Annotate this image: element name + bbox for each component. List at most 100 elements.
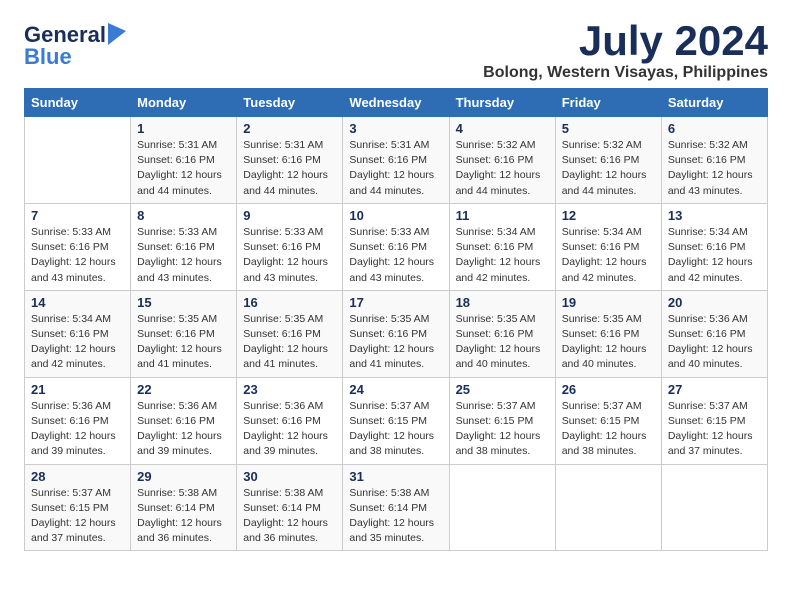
- calendar-cell: 3Sunrise: 5:31 AMSunset: 6:16 PMDaylight…: [343, 117, 449, 204]
- daylight-text: Daylight: 12 hours: [349, 256, 434, 268]
- sunrise-text: Sunrise: 5:33 AM: [31, 226, 111, 238]
- day-info: Sunrise: 5:38 AMSunset: 6:14 PMDaylight:…: [137, 486, 230, 547]
- sunset-text: Sunset: 6:16 PM: [668, 328, 746, 340]
- sunrise-text: Sunrise: 5:37 AM: [456, 400, 536, 412]
- logo-general: General: [24, 24, 106, 46]
- daylight-text2: and 44 minutes.: [456, 185, 531, 197]
- calendar-cell: 22Sunrise: 5:36 AMSunset: 6:16 PMDayligh…: [131, 377, 237, 464]
- daylight-text2: and 36 minutes.: [243, 532, 318, 544]
- day-info: Sunrise: 5:37 AMSunset: 6:15 PMDaylight:…: [668, 399, 761, 460]
- daylight-text: Daylight: 12 hours: [31, 430, 116, 442]
- day-number: 18: [456, 295, 549, 310]
- daylight-text2: and 44 minutes.: [137, 185, 212, 197]
- day-info: Sunrise: 5:33 AMSunset: 6:16 PMDaylight:…: [243, 225, 336, 286]
- sunset-text: Sunset: 6:16 PM: [668, 241, 746, 253]
- day-number: 13: [668, 208, 761, 223]
- calendar-cell: 11Sunrise: 5:34 AMSunset: 6:16 PMDayligh…: [449, 203, 555, 290]
- day-info: Sunrise: 5:37 AM Sunset: 6:15 PM Daylight:…: [31, 486, 124, 547]
- sunrise-text: Sunrise: 5:31 AM: [349, 139, 429, 151]
- daylight-text2: and 42 minutes.: [456, 272, 531, 284]
- location-title: Bolong, Western Visayas, Philippines: [483, 64, 768, 82]
- sunset-text: Sunset: 6:16 PM: [349, 154, 427, 166]
- daylight-text2: and 44 minutes.: [562, 185, 637, 197]
- day-number: 3: [349, 121, 442, 136]
- calendar-header: Sunday Monday Tuesday Wednesday Thursday…: [25, 89, 768, 117]
- sunrise-text: Sunrise: 5:36 AM: [31, 400, 111, 412]
- sunrise-text: Sunrise: 5:37 AM: [349, 400, 429, 412]
- daylight-text: Daylight: 12 hours: [456, 256, 541, 268]
- sunrise-text: Sunrise: 5:35 AM: [243, 313, 323, 325]
- daylight-text2: and 43 minutes.: [668, 185, 743, 197]
- calendar-cell: 29Sunrise: 5:38 AMSunset: 6:14 PMDayligh…: [131, 464, 237, 551]
- day-number: 14: [31, 295, 124, 310]
- day-number: 20: [668, 295, 761, 310]
- sunrise-text: Sunrise: 5:34 AM: [31, 313, 111, 325]
- daylight-text: Daylight: 12 hours: [243, 169, 328, 181]
- daylight-text2: and 43 minutes.: [243, 272, 318, 284]
- calendar-body: 1 Sunrise: 5:31 AM Sunset: 6:16 PM Daylight…: [25, 117, 768, 551]
- calendar-cell: 21Sunrise: 5:36 AMSunset: 6:16 PMDayligh…: [25, 377, 131, 464]
- day-info: Sunrise: 5:32 AMSunset: 6:16 PMDaylight:…: [562, 138, 655, 199]
- sunrise-text: Sunrise: 5:36 AM: [137, 400, 217, 412]
- calendar-cell: 1Sunrise: 5:31 AMSunset: 6:16 PMDaylight…: [131, 117, 237, 204]
- sunset-text: Sunset: 6:14 PM: [349, 502, 427, 514]
- sunset-text: Sunset: 6:15 PM: [562, 415, 640, 427]
- day-number: 12: [562, 208, 655, 223]
- calendar-cell: 5Sunrise: 5:32 AMSunset: 6:16 PMDaylight…: [555, 117, 661, 204]
- sunset-text: Sunset: 6:15 PM: [456, 415, 534, 427]
- sunrise-text: Sunrise: 5:33 AM: [349, 226, 429, 238]
- daylight-text2: and 42 minutes.: [31, 358, 106, 370]
- day-number: 24: [349, 382, 442, 397]
- sunrise-text: Sunrise: 5:35 AM: [456, 313, 536, 325]
- day-info: Sunrise: 5:36 AMSunset: 6:16 PMDaylight:…: [137, 399, 230, 460]
- header-monday: Monday: [131, 89, 237, 117]
- daylight-text: Daylight: 12 hours: [243, 343, 328, 355]
- sunrise-text: Sunrise: 5:36 AM: [668, 313, 748, 325]
- sunset-text: Sunset: 6:16 PM: [562, 241, 640, 253]
- sunset-text: Sunset: 6:16 PM: [456, 241, 534, 253]
- calendar-cell: 31Sunrise: 5:38 AMSunset: 6:14 PMDayligh…: [343, 464, 449, 551]
- sunset-text: Sunset: 6:14 PM: [137, 502, 215, 514]
- day-number: 26: [562, 382, 655, 397]
- calendar-cell: [661, 464, 767, 551]
- sunrise-text: Sunrise: 5:36 AM: [243, 400, 323, 412]
- day-info: Sunrise: 5:33 AMSunset: 6:16 PMDaylight:…: [137, 225, 230, 286]
- daylight-text: Daylight: 12 hours: [668, 343, 753, 355]
- sunrise-text: Sunrise: 5:35 AM: [349, 313, 429, 325]
- header-friday: Friday: [555, 89, 661, 117]
- sunset-text: Sunset: 6:16 PM: [137, 415, 215, 427]
- logo: General Blue: [24, 24, 126, 69]
- sunrise-text: Sunrise: 5:34 AM: [668, 226, 748, 238]
- daylight-text2: and 38 minutes.: [562, 445, 637, 457]
- daylight-text: Daylight: 12 hours: [31, 517, 116, 529]
- daylight-text2: and 39 minutes.: [243, 445, 318, 457]
- day-info: Sunrise: 5:35 AMSunset: 6:16 PMDaylight:…: [456, 312, 549, 373]
- header-thursday: Thursday: [449, 89, 555, 117]
- sunrise-text: Sunrise: 5:37 AM: [31, 487, 111, 499]
- day-number: 15: [137, 295, 230, 310]
- day-number: 1: [137, 121, 230, 136]
- day-number: 9: [243, 208, 336, 223]
- sunset-text: Sunset: 6:15 PM: [31, 502, 109, 514]
- daylight-text2: and 40 minutes.: [456, 358, 531, 370]
- sunset-text: Sunset: 6:16 PM: [243, 328, 321, 340]
- sunrise-text: Sunrise: 5:34 AM: [562, 226, 642, 238]
- logo-blue: Blue: [24, 44, 72, 69]
- calendar-cell: 19Sunrise: 5:35 AMSunset: 6:16 PMDayligh…: [555, 290, 661, 377]
- day-info: Sunrise: 5:35 AMSunset: 6:16 PMDaylight:…: [349, 312, 442, 373]
- sunrise-text: Sunrise: 5:33 AM: [243, 226, 323, 238]
- daylight-text2: and 41 minutes.: [243, 358, 318, 370]
- calendar-cell: 27Sunrise: 5:37 AMSunset: 6:15 PMDayligh…: [661, 377, 767, 464]
- calendar-cell: [449, 464, 555, 551]
- day-info: Sunrise: 5:37 AMSunset: 6:15 PMDaylight:…: [456, 399, 549, 460]
- daylight-text: Daylight: 12 hours: [31, 343, 116, 355]
- daylight-text: Daylight: 12 hours: [137, 169, 222, 181]
- day-number: 28: [31, 469, 124, 484]
- daylight-text: Daylight: 12 hours: [456, 169, 541, 181]
- day-info: Sunrise: 5:35 AMSunset: 6:16 PMDaylight:…: [137, 312, 230, 373]
- daylight-text2: and 43 minutes.: [31, 272, 106, 284]
- daylight-text: Daylight: 12 hours: [562, 343, 647, 355]
- day-info: Sunrise: 5:33 AMSunset: 6:16 PMDaylight:…: [349, 225, 442, 286]
- sunrise-text: Sunrise: 5:35 AM: [562, 313, 642, 325]
- daylight-text: Daylight: 12 hours: [668, 256, 753, 268]
